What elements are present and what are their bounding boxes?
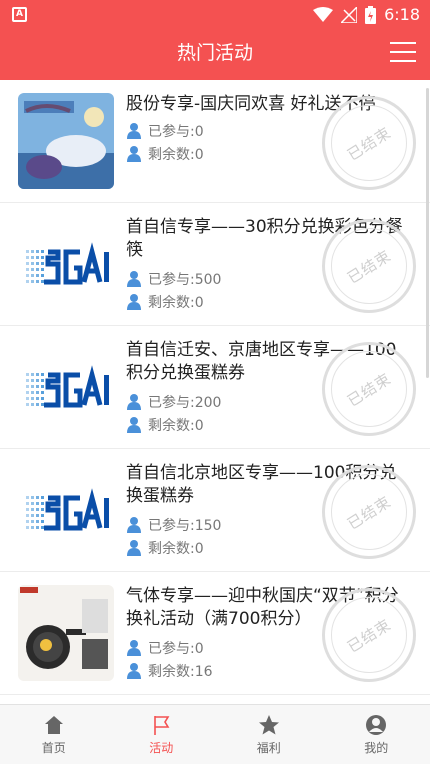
activity-item[interactable]: 首自信迁安、京唐地区专享——100积分兑换蛋糕券 已参与:200 剩余数:0 已… xyxy=(0,326,430,449)
status-bar: A 6:18 xyxy=(0,0,430,30)
activity-list[interactable]: 股份专享-国庆同欢喜 好礼送不停 已参与:0 剩余数:0 已结束 首自信专享——… xyxy=(0,80,430,704)
wifi-icon xyxy=(313,6,334,22)
signal-icon xyxy=(341,6,358,23)
remaining-row: 剩余数:16 xyxy=(126,661,213,681)
tab-label: 活动 xyxy=(149,741,174,755)
home-icon xyxy=(44,716,63,734)
flag-icon xyxy=(154,716,170,735)
participated-row: 已参与:200 xyxy=(126,392,221,412)
tab-flag[interactable]: 活动 xyxy=(108,705,216,764)
app-notification-icon: A xyxy=(12,7,27,22)
stamp-text: 已结束 xyxy=(344,123,395,164)
participants-icon xyxy=(127,640,141,656)
activity-thumbnail xyxy=(18,339,114,435)
participated-count: 已参与:0 xyxy=(148,641,204,657)
activity-thumbnail xyxy=(18,216,114,312)
menu-icon[interactable] xyxy=(390,42,416,64)
activity-thumbnail xyxy=(18,93,114,189)
remaining-row: 剩余数:0 xyxy=(126,144,204,164)
bottom-tab-bar: 首页 活动 福利 我的 xyxy=(0,704,430,764)
stamp-text: 已结束 xyxy=(344,246,395,287)
participated-count: 已参与:150 xyxy=(148,518,222,534)
profile-icon xyxy=(366,715,387,735)
participants-icon xyxy=(127,271,141,287)
remaining-row: 剩余数:0 xyxy=(126,292,204,312)
remaining-count: 剩余数:0 xyxy=(148,295,204,311)
ended-stamp: 已结束 xyxy=(322,342,416,436)
remaining-count: 剩余数:0 xyxy=(148,418,204,434)
tab-profile[interactable]: 我的 xyxy=(323,705,430,764)
stamp-text: 已结束 xyxy=(344,369,395,410)
remaining-icon xyxy=(127,663,141,679)
remaining-icon xyxy=(127,417,141,433)
participated-count: 已参与:200 xyxy=(148,395,222,411)
ended-stamp: 已结束 xyxy=(322,96,416,190)
activity-thumbnail xyxy=(18,585,114,681)
participated-count: 已参与:500 xyxy=(148,272,222,288)
participated-count: 已参与:0 xyxy=(148,124,204,140)
remaining-icon xyxy=(127,540,141,556)
ended-stamp: 已结束 xyxy=(322,219,416,313)
remaining-row: 剩余数:0 xyxy=(126,538,204,558)
participants-icon xyxy=(127,123,141,139)
ended-stamp: 已结束 xyxy=(322,588,416,682)
status-time: 6:18 xyxy=(384,5,420,24)
remaining-count: 剩余数:16 xyxy=(148,664,213,680)
app-header: 热门活动 xyxy=(0,30,430,80)
battery-icon xyxy=(365,5,377,24)
remaining-count: 剩余数:0 xyxy=(148,541,204,557)
tab-label: 福利 xyxy=(256,741,281,755)
participated-row: 已参与:0 xyxy=(126,121,204,141)
system-icons: 6:18 xyxy=(313,5,420,24)
activity-item[interactable]: 股份专享-国庆同欢喜 好礼送不停 已参与:0 剩余数:0 已结束 xyxy=(0,80,430,203)
remaining-icon xyxy=(127,294,141,310)
activity-item[interactable]: 首自信专享——30积分兑换彩色分餐筷 已参与:500 剩余数:0 已结束 xyxy=(0,203,430,326)
tab-label: 我的 xyxy=(364,741,389,755)
activity-thumbnail xyxy=(18,462,114,558)
star-icon xyxy=(258,715,279,735)
activity-item[interactable]: 气体专享——迎中秋国庆“双节”积分换礼活动（满700积分） 已参与:0 剩余数:… xyxy=(0,572,430,695)
participated-row: 已参与:500 xyxy=(126,269,221,289)
activity-item[interactable]: 首自信北京地区专享——100积分兑换蛋糕券 已参与:150 剩余数:0 已结束 xyxy=(0,449,430,572)
stamp-text: 已结束 xyxy=(344,492,395,533)
ended-stamp: 已结束 xyxy=(322,465,416,559)
tab-star[interactable]: 福利 xyxy=(215,705,323,764)
tab-label: 首页 xyxy=(41,741,66,755)
stamp-text: 已结束 xyxy=(344,615,395,656)
scrollbar[interactable] xyxy=(426,88,429,378)
participated-row: 已参与:0 xyxy=(126,638,204,658)
participants-icon xyxy=(127,517,141,533)
remaining-row: 剩余数:0 xyxy=(126,415,204,435)
page-title: 热门活动 xyxy=(176,42,253,64)
participated-row: 已参与:150 xyxy=(126,515,221,535)
remaining-count: 剩余数:0 xyxy=(148,147,204,163)
remaining-icon xyxy=(127,146,141,162)
participants-icon xyxy=(127,394,141,410)
tab-home[interactable]: 首页 xyxy=(0,705,108,764)
